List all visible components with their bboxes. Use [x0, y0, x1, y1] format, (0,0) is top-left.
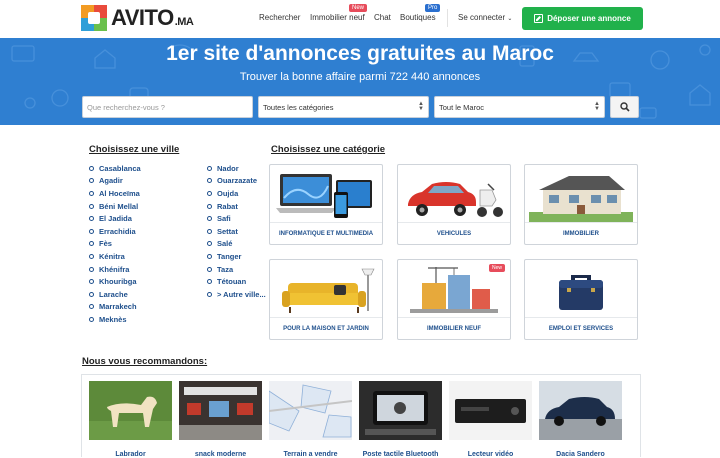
category-card-emploi-services[interactable]: EMPLOI ET SERVICES	[524, 259, 638, 340]
city-link[interactable]: Ouarzazate	[207, 175, 266, 188]
select-arrows-icon: ▲ ▼	[594, 101, 600, 112]
category-card-vehicules[interactable]: VEHICULES	[397, 164, 511, 245]
city-link[interactable]: Oujda	[207, 187, 266, 200]
category-label: POUR LA MAISON ET JARDIN	[270, 317, 382, 339]
post-ad-label: Déposer une annonce	[547, 14, 631, 23]
briefcase-image	[559, 275, 603, 310]
city-list-col1: Casablanca Agadir Al Hoceïma Béni Mellal…	[89, 162, 141, 326]
search-icon	[619, 102, 630, 112]
category-label: VEHICULES	[398, 222, 510, 244]
recommend-item[interactable]: Poste tactile Bluetooth	[359, 381, 442, 458]
city-link[interactable]: Errachidia	[89, 225, 141, 238]
city-link[interactable]: Marrakech	[89, 301, 141, 314]
recommend-item[interactable]: Dacia Sandero	[539, 381, 622, 458]
dacia-photo	[539, 381, 622, 440]
recommend-carousel: Labrador snack moderne Terrain a vendre …	[81, 374, 641, 458]
nav-boutiques[interactable]: Boutiques	[400, 13, 436, 22]
computer-image	[276, 174, 372, 218]
city-link[interactable]: Kénitra	[89, 250, 141, 263]
recommend-heading: Nous vous recommandons:	[82, 356, 208, 367]
edit-icon	[534, 14, 544, 23]
nav-rechercher[interactable]: Rechercher	[259, 13, 300, 22]
city-link[interactable]: Settat	[207, 225, 266, 238]
house-image	[529, 176, 633, 223]
category-label: IMMOBILIER NEUF	[398, 317, 510, 339]
post-ad-button[interactable]: Déposer une annonce	[522, 7, 643, 30]
hero-subtitle: Trouver la bonne affaire parmi 722 440 a…	[239, 71, 481, 83]
city-link[interactable]: Nador	[207, 162, 266, 175]
city-link[interactable]: Béni Mellal	[89, 200, 141, 213]
new-badge: New	[349, 4, 368, 12]
city-link[interactable]: Agadir	[89, 175, 141, 188]
category-select-value: Toutes les catégories	[263, 102, 334, 112]
city-link[interactable]: Salé	[207, 238, 266, 251]
recommend-item[interactable]: Terrain a vendre	[268, 381, 353, 458]
hero-title: 1er site d'annonces gratuites au Maroc	[166, 42, 554, 65]
category-card-maison-jardin[interactable]: POUR LA MAISON ET JARDIN	[269, 259, 383, 340]
login-link[interactable]: Se connecter ⌄	[458, 13, 512, 22]
video-player-photo	[449, 381, 532, 440]
category-card-informatique[interactable]: INFORMATIQUE ET MULTIMEDIA	[269, 164, 383, 245]
nav-divider	[447, 9, 448, 27]
search-input[interactable]: Que recherchez-vous ?	[82, 96, 253, 118]
category-label: INFORMATIQUE ET MULTIMEDIA	[270, 222, 382, 244]
logo-text: AVITO.MA	[111, 5, 194, 30]
city-link[interactable]: Fès	[89, 238, 141, 251]
city-link[interactable]: Larache	[89, 288, 141, 301]
site-logo[interactable]: AVITO.MA	[81, 5, 194, 31]
category-label: IMMOBILIER	[525, 222, 637, 244]
region-select-value: Tout le Maroc	[439, 102, 485, 112]
new-badge: New	[488, 264, 505, 272]
city-link[interactable]: Meknès	[89, 313, 141, 326]
city-link[interactable]: Tétouan	[207, 275, 266, 288]
recommend-item[interactable]: snack moderne	[179, 381, 262, 458]
category-label: EMPLOI ET SERVICES	[525, 317, 637, 339]
nav-chat[interactable]: Chat	[374, 13, 391, 22]
recommend-item[interactable]: Labrador	[89, 381, 172, 458]
chevron-down-icon: ⌄	[507, 16, 513, 22]
city-link[interactable]: Taza	[207, 263, 266, 276]
city-link[interactable]: El Jadida	[89, 212, 141, 225]
sofa-image	[282, 268, 375, 313]
category-select[interactable]: Toutes les catégories ▲ ▼	[258, 96, 429, 118]
car-image	[408, 182, 503, 217]
recommend-item[interactable]: Lecteur vidéo	[449, 381, 532, 458]
cities-heading: Choisissez une ville	[89, 144, 180, 155]
select-arrows-icon: ▲ ▼	[418, 101, 424, 112]
city-link[interactable]: Khénifra	[89, 263, 141, 276]
pro-badge: Pro	[425, 4, 441, 12]
city-link[interactable]: Khouribga	[89, 275, 141, 288]
city-link[interactable]: Rabat	[207, 200, 266, 213]
city-link[interactable]: Safi	[207, 212, 266, 225]
city-link[interactable]: Al Hoceïma	[89, 187, 141, 200]
city-link[interactable]: Casablanca	[89, 162, 141, 175]
categories-heading: Choisissez une catégorie	[271, 144, 386, 155]
terrain-photo	[268, 381, 353, 440]
top-header: AVITO.MA Rechercher Immobilier neuf New …	[0, 0, 720, 38]
snack-photo	[179, 381, 262, 440]
search-button[interactable]	[610, 96, 639, 118]
region-select[interactable]: Tout le Maroc ▲ ▼	[434, 96, 605, 118]
category-card-immobilier[interactable]: IMMOBILIER	[524, 164, 638, 245]
other-city-link[interactable]: > Autre ville...	[207, 288, 266, 301]
city-link[interactable]: Tanger	[207, 250, 266, 263]
city-list-col2: Nador Ouarzazate Oujda Rabat Safi Settat…	[207, 162, 266, 301]
labrador-photo	[89, 381, 172, 440]
car-radio-photo	[359, 381, 442, 440]
category-card-immobilier-neuf[interactable]: New IMMOBILIER NEUF	[397, 259, 511, 340]
logo-cube-icon	[81, 5, 107, 31]
hero-banner: 1er site d'annonces gratuites au Maroc T…	[0, 38, 720, 125]
nav-immobilier-neuf[interactable]: Immobilier neuf	[310, 13, 365, 22]
